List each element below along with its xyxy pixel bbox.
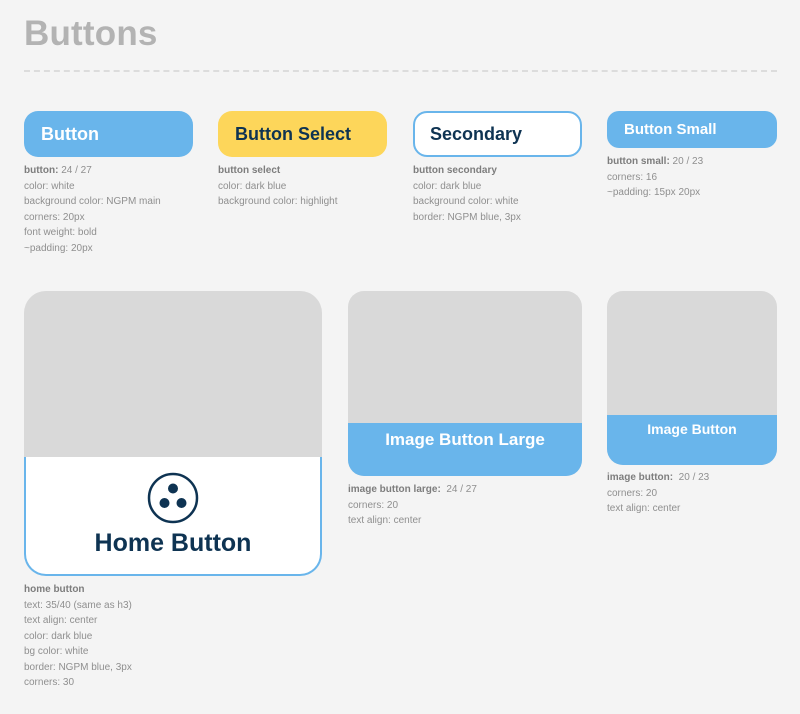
button-small-label: Button Small [624, 121, 717, 138]
spec-line: color: dark blue [24, 630, 93, 642]
spec-name: button: [24, 165, 59, 176]
image-button-large-label: Image Button Large [348, 423, 582, 476]
spec-line: color: dark blue [413, 180, 482, 192]
spec-line: corners: 20 [607, 487, 658, 499]
spec-name: button small: [607, 156, 670, 167]
image-button-large[interactable]: Image Button Large [348, 291, 582, 476]
spec-line: color: dark blue [218, 180, 287, 192]
title-divider [24, 70, 777, 72]
spec-size: 24 / 27 [58, 165, 92, 176]
image-button-spec: image button: 20 / 23 corners: 20 text a… [607, 470, 709, 517]
image-button-label: Image Button [607, 415, 777, 465]
button-main[interactable]: Button [24, 111, 193, 157]
spec-line: corners: 30 [24, 677, 75, 688]
spec-name: image button: [607, 472, 674, 483]
spec-line: text: 35/40 (same as h3) [24, 599, 132, 611]
button-secondary[interactable]: Secondary [413, 111, 582, 157]
spec-line: background color: white [413, 196, 519, 207]
button-main-label: Button [41, 123, 99, 144]
spec-line: border: NGPM blue, 3px [24, 661, 132, 673]
spec-line: ~padding: 20px [24, 242, 93, 254]
spec-line: text align: center [24, 615, 98, 626]
spec-name: home button [24, 584, 85, 595]
spec-name: button select [218, 165, 281, 176]
page-title: Buttons [24, 14, 158, 53]
spec-size: 20 / 23 [673, 472, 710, 483]
image-button-large-spec: image button large: 24 / 27 corners: 20 … [348, 482, 477, 529]
spec-line: corners: 20px [24, 211, 85, 223]
button-main-spec: button: 24 / 27 color: white background … [24, 163, 161, 256]
spec-line: corners: 16 [607, 171, 658, 183]
button-select[interactable]: Button Select [218, 111, 387, 157]
three-dots-circle-icon [147, 472, 199, 524]
spec-line: bg color: white [24, 646, 89, 657]
home-button-spec: home button text: 35/40 (same as h3) tex… [24, 582, 132, 691]
home-button-image-placeholder [24, 291, 322, 459]
spec-line: background color: highlight [218, 196, 338, 207]
spec-name: button secondary [413, 165, 497, 176]
button-secondary-label: Secondary [430, 123, 523, 144]
home-button[interactable]: Home Button [24, 291, 322, 576]
spec-line: border: NGPM blue, 3px [413, 211, 521, 223]
spec-line: color: white [24, 180, 75, 192]
button-select-label: Button Select [235, 123, 352, 144]
button-small[interactable]: Button Small [607, 111, 777, 148]
button-secondary-spec: button secondary color: dark blue backgr… [413, 163, 521, 225]
button-select-spec: button select color: dark blue backgroun… [218, 163, 338, 210]
spec-line: ~padding: 15px 20px [607, 187, 701, 198]
image-button[interactable]: Image Button [607, 291, 777, 465]
spec-size: 20 / 23 [669, 156, 704, 167]
spec-line: text align: center [607, 503, 681, 514]
spec-name: image button large: [348, 484, 441, 495]
home-button-label: Home Button [94, 529, 252, 557]
button-small-spec: button small: 20 / 23 corners: 16 ~paddi… [607, 154, 703, 201]
spec-size: 24 / 27 [440, 484, 477, 495]
spec-line: text align: center [348, 515, 422, 526]
spec-line: corners: 20 [348, 499, 399, 511]
spec-line: background color: NGPM main [24, 196, 161, 207]
spec-line: font weight: bold [24, 227, 97, 238]
